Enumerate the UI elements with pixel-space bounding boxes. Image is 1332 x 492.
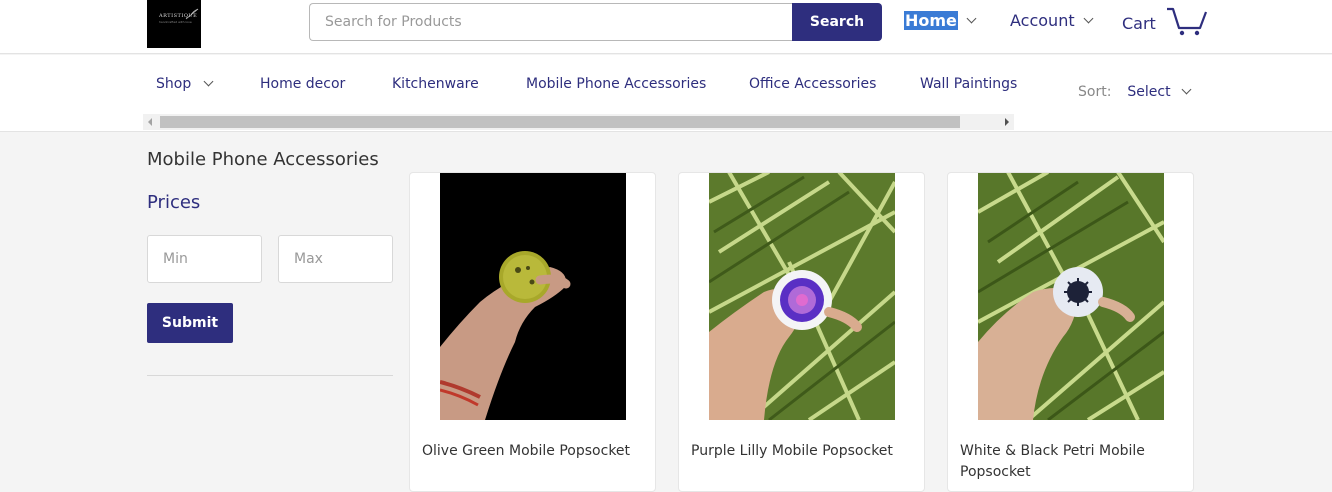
chevron-down-icon [966, 13, 977, 23]
scroll-left-arrow-icon[interactable] [148, 118, 152, 126]
product-image[interactable] [978, 173, 1164, 420]
logo-text: ARTISTIQUE [159, 13, 198, 19]
max-price-input[interactable] [278, 235, 393, 283]
category-office-accessories[interactable]: Office Accessories [749, 76, 876, 92]
product-card[interactable]: Olive Green Mobile Popsocket [409, 172, 656, 492]
category-label: Office Accessories [749, 76, 877, 92]
sort-label: Sort: [1078, 84, 1112, 100]
product-card[interactable]: White & Black Petri Mobile Popsocket [947, 172, 1194, 492]
category-scrollbar[interactable] [143, 114, 1014, 130]
product-card[interactable]: Purple Lilly Mobile Popsocket [678, 172, 925, 492]
product-name[interactable]: White & Black Petri Mobile Popsocket [960, 441, 1181, 483]
prices-heading: Prices [147, 192, 201, 213]
category-wall-paintings[interactable]: Wall Paintings [920, 76, 1017, 92]
nav-cart[interactable]: Cart [1122, 7, 1208, 37]
search-input[interactable] [309, 3, 794, 41]
category-label: Shop [156, 76, 192, 92]
site-logo[interactable]: ARTISTIQUE handcrafted with love [147, 0, 201, 48]
chevron-down-icon [1181, 84, 1192, 95]
nav-cart-label: Cart [1122, 13, 1156, 33]
submit-button[interactable]: Submit [147, 303, 233, 343]
scroll-right-arrow-icon[interactable] [1005, 118, 1009, 126]
category-label: Kitchenware [392, 76, 479, 92]
site-header: ARTISTIQUE handcrafted with love Search … [0, 0, 1332, 54]
page-title: Mobile Phone Accessories [147, 149, 379, 170]
min-price-input[interactable] [147, 235, 262, 283]
chevron-down-icon [203, 76, 214, 87]
product-name[interactable]: Purple Lilly Mobile Popsocket [691, 441, 912, 462]
category-home-decor[interactable]: Home decor [260, 76, 345, 92]
chevron-down-icon [1083, 13, 1094, 23]
sort-select-value[interactable]: Select [1127, 84, 1170, 100]
category-shop[interactable]: Shop [156, 76, 214, 92]
logo-tagline: handcrafted with love [159, 20, 192, 24]
nav-account-label: Account [1010, 11, 1075, 30]
category-mobile-phone-accessories[interactable]: Mobile Phone Accessories [526, 76, 706, 92]
category-bar: Shop Home decor Kitchenware Mobile Phone… [0, 55, 1332, 132]
sidebar-divider [147, 375, 393, 376]
search-button[interactable]: Search [792, 3, 882, 41]
sort-control[interactable]: Sort: Select [1078, 84, 1192, 100]
nav-home-label: Home [904, 11, 958, 30]
category-kitchenware[interactable]: Kitchenware [392, 76, 479, 92]
scrollbar-thumb[interactable] [160, 116, 960, 128]
nav-account[interactable]: Account [1010, 11, 1094, 30]
category-label: Wall Paintings [920, 76, 1018, 92]
product-name[interactable]: Olive Green Mobile Popsocket [422, 441, 643, 462]
cart-icon [1166, 7, 1207, 36]
category-label: Home decor [260, 76, 346, 92]
product-image[interactable] [440, 173, 626, 420]
product-image[interactable] [709, 173, 895, 420]
category-label: Mobile Phone Accessories [526, 76, 707, 92]
nav-home[interactable]: Home [904, 11, 977, 30]
